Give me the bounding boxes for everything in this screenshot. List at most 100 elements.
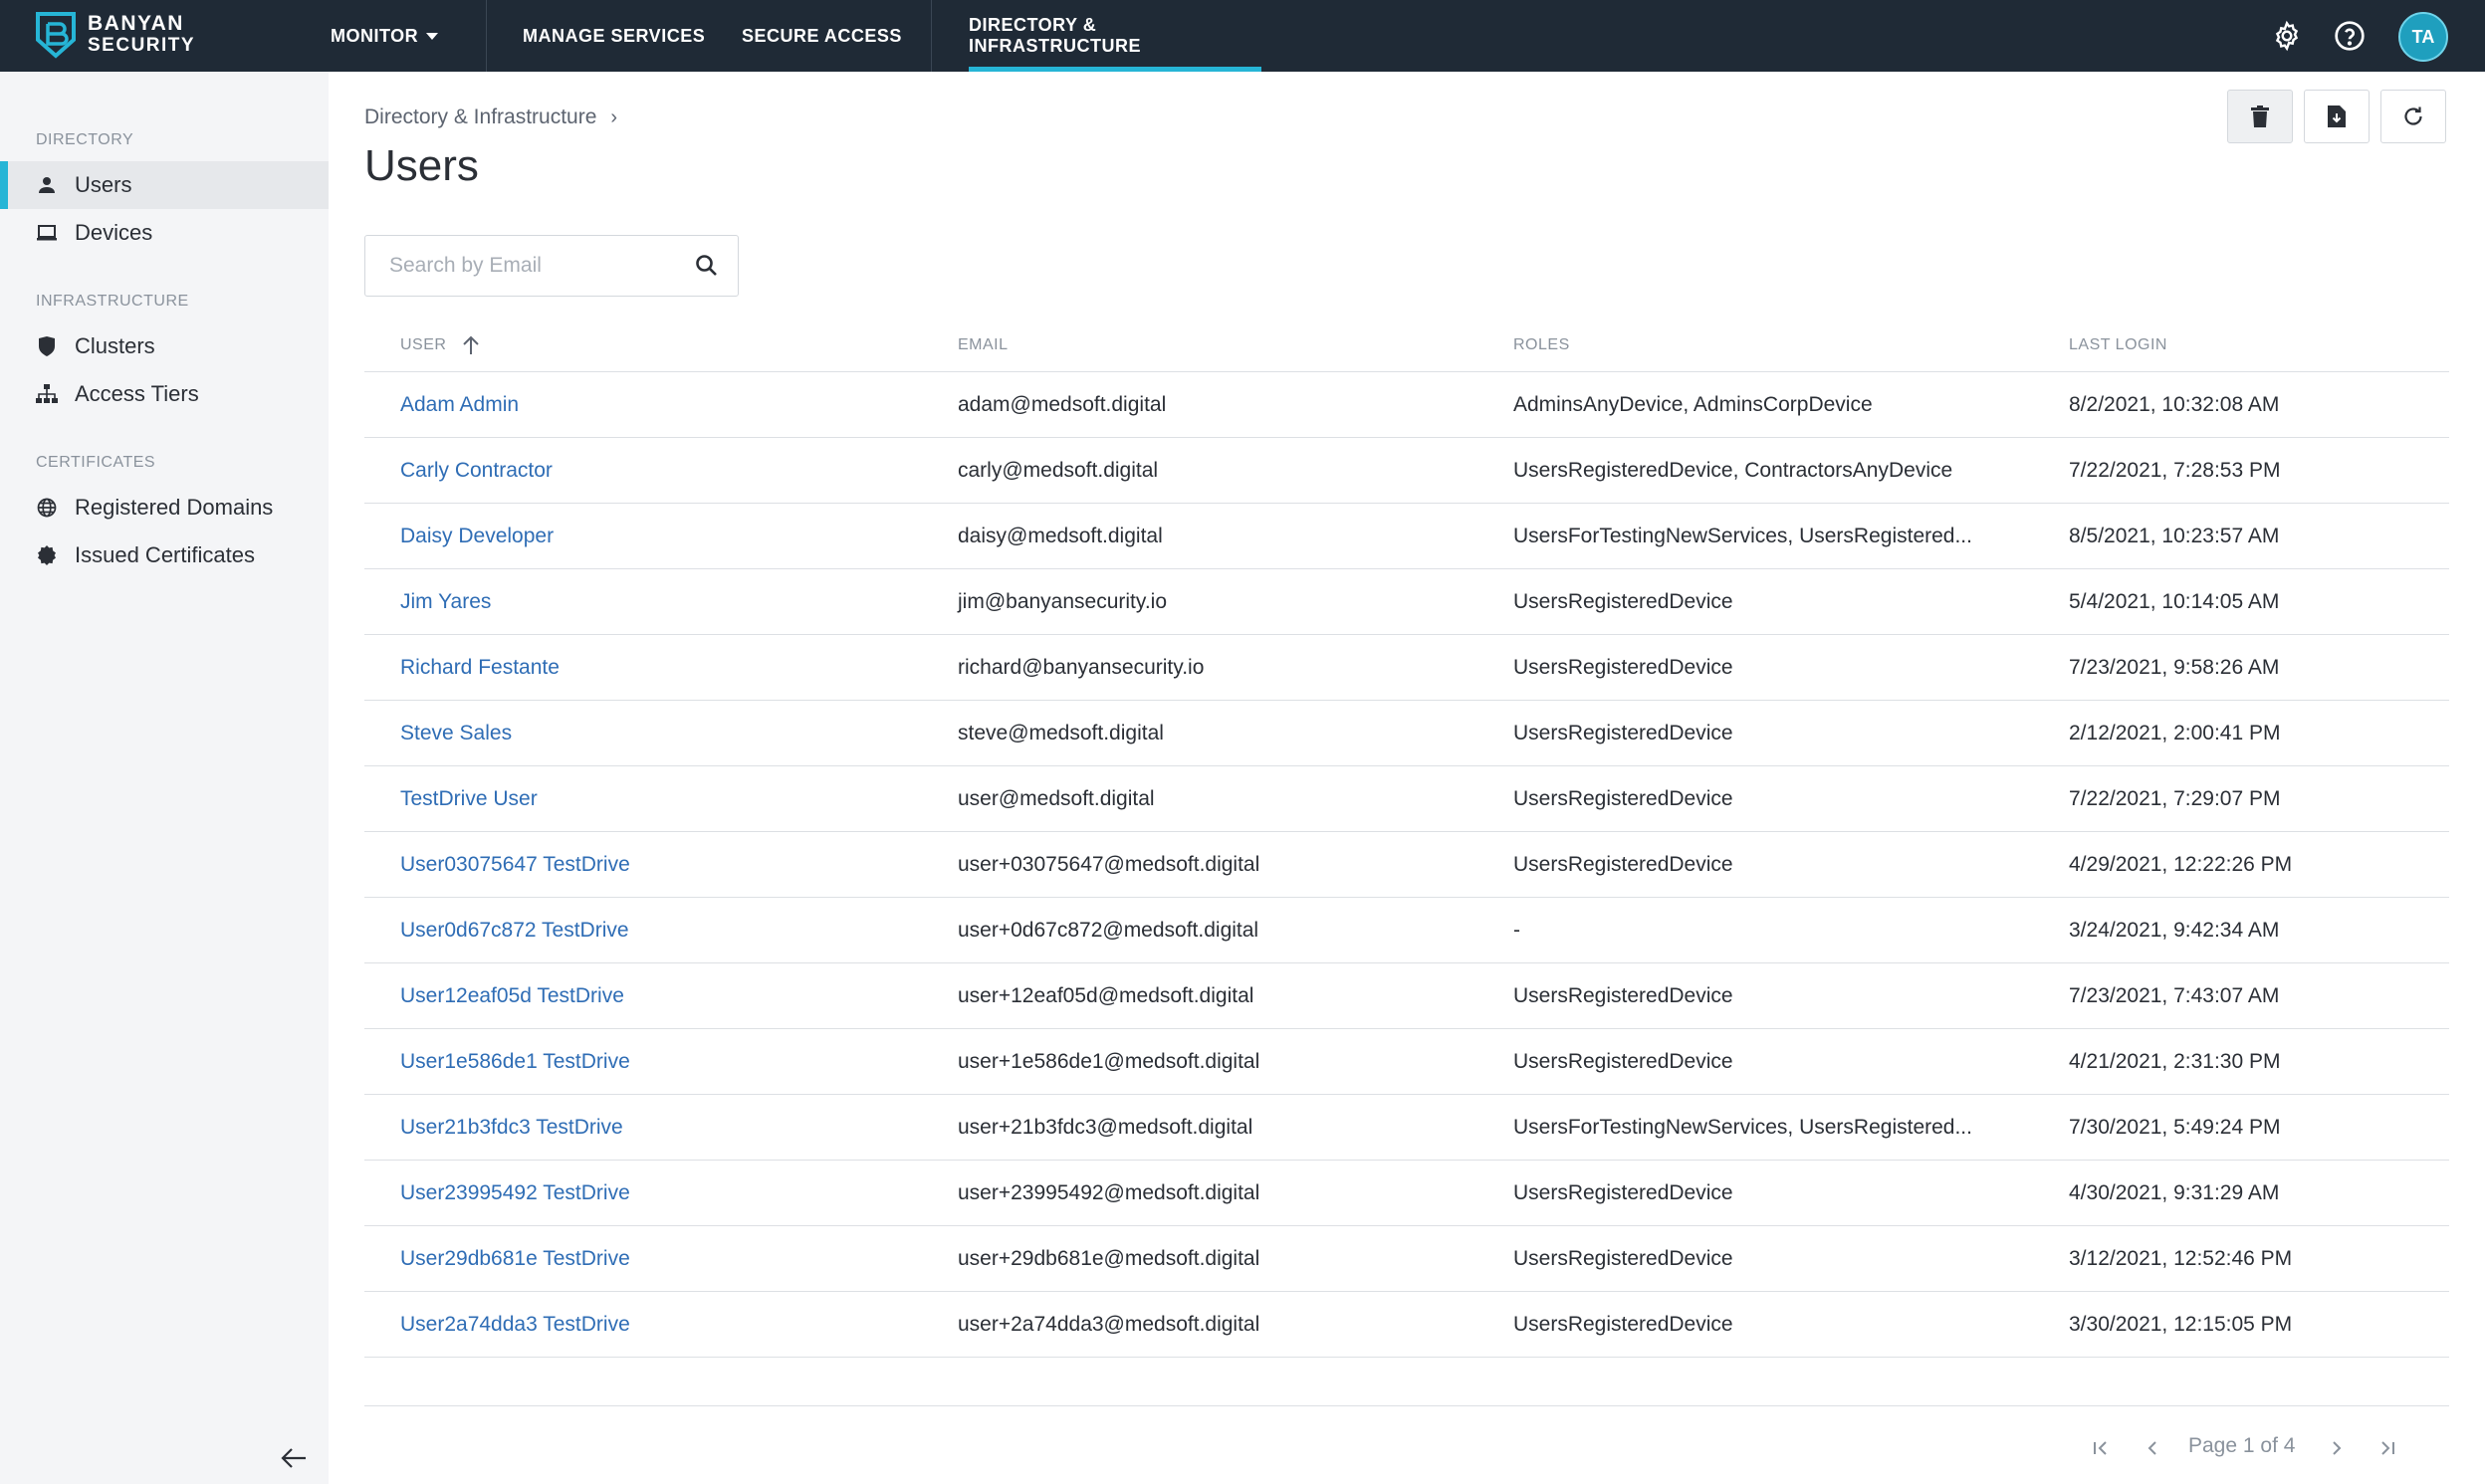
user-avatar[interactable]: TA — [2398, 12, 2448, 62]
user-last-login: 3/30/2021, 12:15:05 PM — [2069, 1313, 2293, 1336]
sidebar-item-users[interactable]: Users — [0, 161, 329, 209]
user-icon — [36, 174, 58, 196]
user-name-link[interactable]: Jim Yares — [400, 569, 491, 635]
export-download-button[interactable] — [2304, 90, 2370, 143]
table-row[interactable]: TestDrive User user@medsoft.digital UsersR… — [364, 766, 2449, 832]
next-page-icon[interactable] — [2324, 1433, 2350, 1463]
sidebar-item-devices[interactable]: Devices — [0, 209, 329, 257]
sidebar-item-label: Devices — [75, 220, 153, 245]
user-email: user+2a74dda3@medsoft.digital — [958, 1313, 1260, 1336]
table-row[interactable]: Adam Admin adam@medsoft.digital AdminsAnyD… — [364, 372, 2449, 438]
user-name-link[interactable]: User2a74dda3 TestDrive — [400, 1292, 630, 1358]
sidebar-item-clusters[interactable]: Clusters — [0, 322, 329, 370]
user-name-link[interactable]: User23995492 TestDrive — [400, 1161, 630, 1226]
globe-icon — [36, 497, 58, 519]
sidebar: DIRECTORY Users Devices INFRASTRUCTURE C… — [0, 72, 329, 1484]
sidebar-item-label: Users — [75, 172, 132, 197]
user-name-link[interactable]: Adam Admin — [400, 372, 519, 438]
table-row[interactable]: User1e586de1 TestDrive user+1e586de1@meds… — [364, 1029, 2449, 1095]
user-email: carly@medsoft.digital — [958, 459, 1159, 482]
user-roles: UsersRegisteredDevice — [1513, 1050, 1733, 1073]
table-row[interactable]: User2a74dda3 TestDrive user+2a74dda3@meds… — [364, 1292, 2449, 1358]
user-name-link[interactable]: TestDrive User — [400, 766, 538, 832]
user-email: user+1e586de1@medsoft.digital — [958, 1050, 1260, 1073]
sidebar-item-label: Clusters — [75, 333, 155, 358]
page-indicator: Page 1 of 4 — [2188, 1434, 2296, 1457]
search-input[interactable] — [389, 236, 688, 296]
user-name-link[interactable]: Carly Contractor — [400, 438, 553, 504]
delete-button[interactable] — [2227, 90, 2293, 143]
nav-monitor-dropdown[interactable]: MONITOR — [331, 0, 439, 72]
column-header-last-login[interactable]: LAST LOGIN — [2069, 336, 2167, 354]
table-row[interactable]: User03075647 TestDrive user+03075647@meds… — [364, 832, 2449, 898]
user-roles: UsersRegisteredDevice — [1513, 656, 1733, 679]
refresh-button[interactable] — [2380, 90, 2446, 143]
column-header-roles[interactable]: ROLES — [1513, 336, 1570, 354]
users-table: USER EMAIL ROLES LAST LOGIN Adam Admin ad… — [364, 324, 2449, 1358]
user-last-login: 8/5/2021, 10:23:57 AM — [2069, 525, 2280, 547]
nav-secure-access[interactable]: SECURE ACCESS — [742, 0, 902, 72]
table-row[interactable]: Richard Festante richard@banyansecurity.i… — [364, 635, 2449, 701]
table-row[interactable]: Jim Yares jim@banyansecurity.io UsersRegis… — [364, 569, 2449, 635]
nav-directory-infrastructure[interactable]: DIRECTORY & INFRASTRUCTURE — [969, 0, 1261, 72]
user-name-link[interactable]: Daisy Developer — [400, 504, 554, 569]
table-footer-divider — [364, 1405, 2449, 1406]
banyan-shield-logo-icon — [36, 12, 76, 59]
user-name-link[interactable]: User29db681e TestDrive — [400, 1226, 630, 1292]
user-roles: UsersRegisteredDevice — [1513, 787, 1733, 810]
user-last-login: 4/29/2021, 12:22:26 PM — [2069, 853, 2293, 876]
sidebar-item-access-tiers[interactable]: Access Tiers — [0, 370, 329, 418]
table-row[interactable]: User0d67c872 TestDrive user+0d67c872@meds… — [364, 898, 2449, 963]
table-row[interactable]: User21b3fdc3 TestDrive user+21b3fdc3@meds… — [364, 1095, 2449, 1161]
table-row[interactable]: Daisy Developer daisy@medsoft.digital User… — [364, 504, 2449, 569]
user-name-link[interactable]: User03075647 TestDrive — [400, 832, 630, 898]
last-page-icon[interactable] — [2374, 1433, 2400, 1463]
caret-down-icon — [426, 32, 439, 40]
banyan-logo[interactable]: BANYAN SECURITY — [34, 10, 195, 60]
search-icon[interactable] — [694, 253, 720, 279]
sidebar-item-registered-domains[interactable]: Registered Domains — [0, 484, 329, 531]
user-email: user+23995492@medsoft.digital — [958, 1181, 1260, 1204]
user-name-link[interactable]: Richard Festante — [400, 635, 560, 701]
user-name-link[interactable]: User21b3fdc3 TestDrive — [400, 1095, 623, 1161]
breadcrumb-link-directory[interactable]: Directory & Infrastructure — [364, 106, 596, 129]
settings-gear-icon[interactable] — [2269, 18, 2305, 54]
table-row[interactable]: Steve Sales steve@medsoft.digital UsersReg… — [364, 701, 2449, 766]
breadcrumb: Directory & Infrastructure › — [364, 106, 617, 129]
user-name-link[interactable]: Steve Sales — [400, 701, 512, 766]
user-name-link[interactable]: User0d67c872 TestDrive — [400, 898, 629, 963]
user-roles: UsersForTestingNewServices, UsersRegiste… — [1513, 525, 1972, 547]
user-last-login: 3/24/2021, 9:42:34 AM — [2069, 919, 2280, 942]
column-header-email[interactable]: EMAIL — [958, 336, 1009, 354]
shield-icon — [36, 335, 58, 357]
table-row[interactable]: Carly Contractor carly@medsoft.digital Use… — [364, 438, 2449, 504]
user-email: user@medsoft.digital — [958, 787, 1155, 810]
table-row[interactable]: User29db681e TestDrive user+29db681e@meds… — [364, 1226, 2449, 1292]
user-name-link[interactable]: User1e586de1 TestDrive — [400, 1029, 630, 1095]
user-roles: UsersRegisteredDevice — [1513, 984, 1733, 1007]
collapse-sidebar-arrow-icon[interactable] — [279, 1445, 309, 1471]
hierarchy-icon — [36, 383, 58, 405]
table-header: USER EMAIL ROLES LAST LOGIN — [364, 324, 2449, 372]
table-row[interactable]: User12eaf05d TestDrive user+12eaf05d@meds… — [364, 963, 2449, 1029]
nav-active-indicator — [969, 67, 1261, 72]
page-title: Users — [364, 141, 479, 190]
nav-manage-services[interactable]: MANAGE SERVICES — [523, 0, 705, 72]
user-last-login: 2/12/2021, 2:00:41 PM — [2069, 722, 2281, 744]
table-row[interactable]: User23995492 TestDrive user+23995492@meds… — [364, 1161, 2449, 1226]
first-page-icon[interactable] — [2088, 1433, 2114, 1463]
sidebar-item-issued-certificates[interactable]: Issued Certificates — [0, 531, 329, 579]
file-download-icon — [2328, 106, 2346, 127]
user-name-link[interactable]: User12eaf05d TestDrive — [400, 963, 624, 1029]
user-email: richard@banyansecurity.io — [958, 656, 1205, 679]
certificate-badge-icon — [36, 544, 58, 566]
user-last-login: 7/30/2021, 5:49:24 PM — [2069, 1116, 2281, 1139]
help-question-icon[interactable] — [2332, 18, 2368, 54]
column-header-user[interactable]: USER — [400, 336, 446, 354]
sort-ascending-arrow-icon[interactable] — [460, 334, 482, 356]
user-email: jim@banyansecurity.io — [958, 590, 1168, 613]
user-email: user+21b3fdc3@medsoft.digital — [958, 1116, 1253, 1139]
refresh-icon — [2404, 106, 2422, 125]
previous-page-icon[interactable] — [2140, 1433, 2165, 1463]
user-roles: UsersRegisteredDevice — [1513, 853, 1733, 876]
